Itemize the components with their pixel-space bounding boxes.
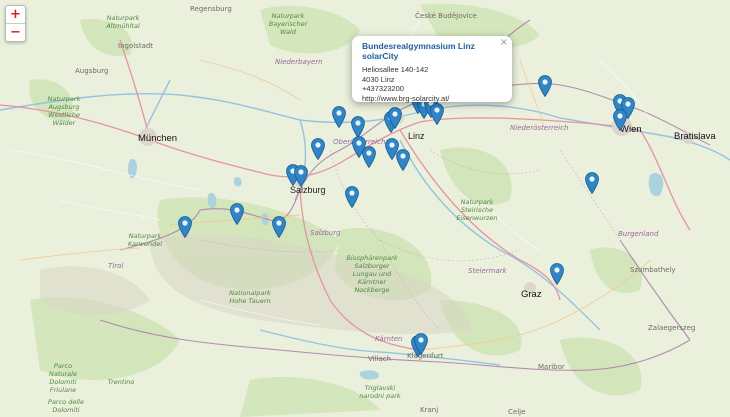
popup-city: 4030 Linz	[362, 74, 395, 84]
popup-url[interactable]: http://www.brg-solarcity.at/	[362, 94, 508, 104]
popup-title[interactable]: Bundesrealgymnasium Linz solarCity	[362, 41, 508, 61]
popup-close-button[interactable]: ×	[500, 37, 508, 48]
map-pin-icon[interactable]	[178, 216, 192, 238]
map-pin-icon[interactable]	[311, 138, 325, 160]
map-pin-icon[interactable]	[550, 263, 564, 285]
map-pin-icon[interactable]	[388, 107, 402, 129]
map-pin-icon[interactable]	[538, 75, 552, 97]
map-pin-icon[interactable]	[396, 149, 410, 171]
map-pin-icon[interactable]	[230, 203, 244, 225]
map-pin-icon[interactable]	[613, 109, 627, 131]
zoom-in-button[interactable]: +	[6, 6, 25, 23]
popup-street: Heliosallee 140-142	[362, 65, 429, 74]
map-canvas[interactable]: Regensburg České Budějovice Ingolstadt N…	[0, 0, 730, 417]
marker-popup: × Bundesrealgymnasium Linz solarCity Hel…	[352, 36, 512, 104]
zoom-control: + −	[5, 5, 26, 42]
zoom-out-button[interactable]: −	[6, 23, 25, 41]
popup-phone: +437323200	[362, 84, 404, 93]
map-pin-icon[interactable]	[332, 106, 346, 128]
map-pin-icon[interactable]	[294, 165, 308, 187]
map-pin-icon[interactable]	[414, 333, 428, 355]
map-pin-icon[interactable]	[362, 146, 376, 168]
map-pin-icon[interactable]	[351, 116, 365, 138]
map-pin-icon[interactable]	[585, 172, 599, 194]
map-pin-icon[interactable]	[272, 216, 286, 238]
map-pin-icon[interactable]	[430, 103, 444, 125]
map-pin-icon[interactable]	[345, 186, 359, 208]
